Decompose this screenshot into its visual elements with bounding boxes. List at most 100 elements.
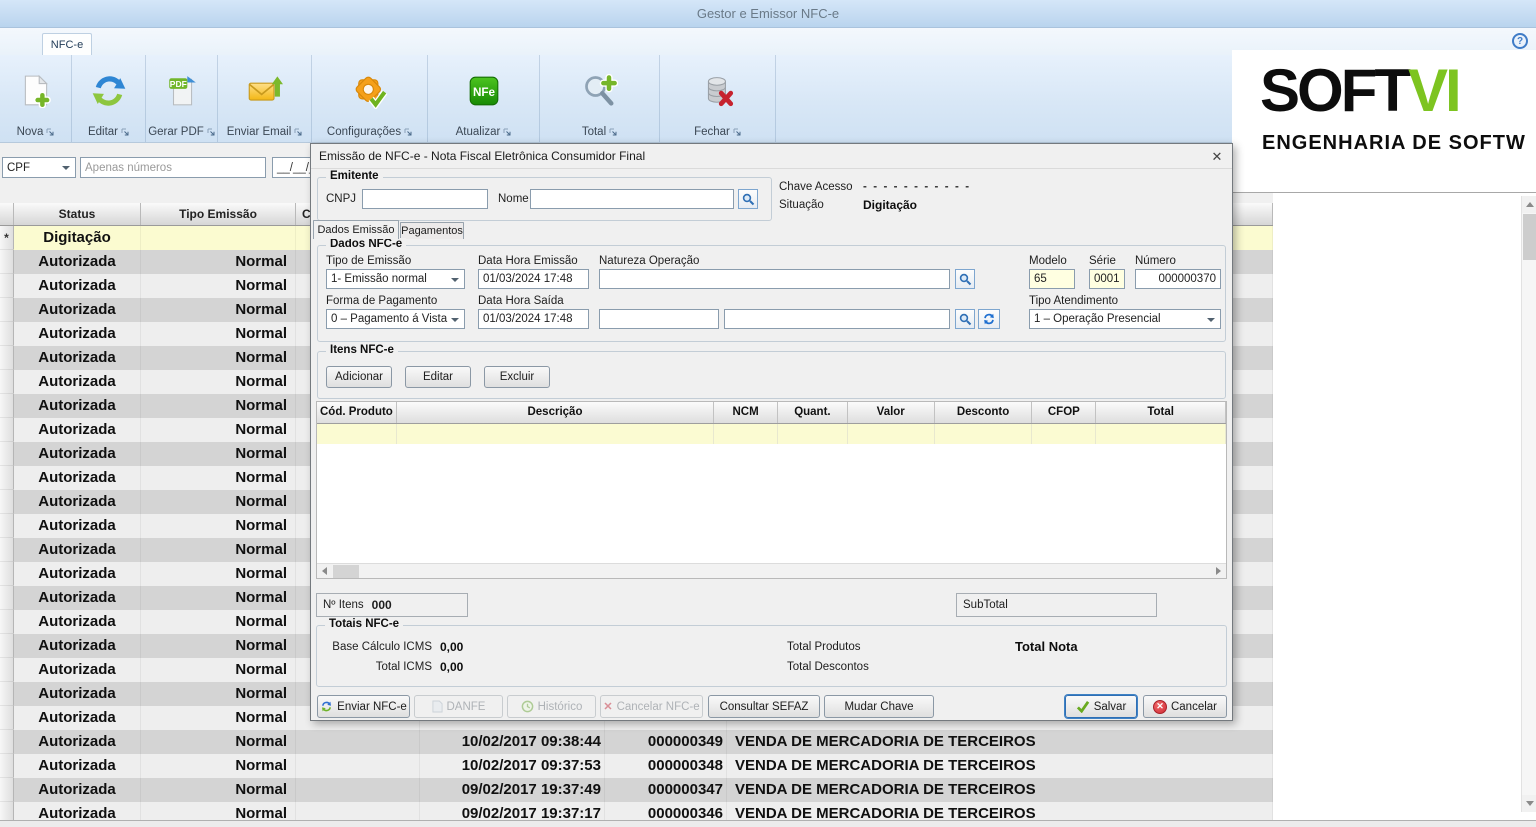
ribbon-button-enviar-email[interactable]: Enviar Email	[218, 55, 312, 142]
close-icon[interactable]: ✕	[1208, 148, 1226, 166]
tipo-atendimento-select[interactable]: 1 – Operação Presencial	[1029, 309, 1221, 329]
danfe-button[interactable]: DANFE	[414, 695, 503, 718]
ribbon-button-editar[interactable]: Editar	[72, 55, 146, 142]
search-emitente-button[interactable]	[738, 189, 758, 209]
ribbon-button-nova[interactable]: Nova	[0, 55, 72, 142]
table-cell: Normal	[141, 490, 296, 514]
search-natureza-button[interactable]	[955, 269, 975, 289]
grid-column-header[interactable]	[0, 203, 14, 225]
grid-column-header[interactable]: Status	[14, 203, 141, 225]
tab-nfce[interactable]: NFC-e	[42, 33, 92, 55]
dados-nfce-group: Dados NFC-e Tipo de Emissão 1- Emissão n…	[317, 245, 1226, 342]
itens-nfce-group: Itens NFC-e Adicionar Editar Excluir	[317, 351, 1226, 399]
scroll-left-arrow-icon[interactable]	[317, 564, 332, 578]
situacao-label: Situação	[779, 199, 824, 211]
svg-text:NFe: NFe	[472, 85, 495, 98]
table-cell: Autorizada	[14, 346, 141, 370]
serie-input[interactable]: 0001	[1089, 269, 1125, 289]
tab-pagamentos[interactable]: Pagamentos	[400, 222, 464, 239]
mudar-chave-button[interactable]: Mudar Chave	[824, 695, 934, 718]
items-column-header[interactable]: Descrição	[397, 402, 714, 423]
forma-pagamento-select[interactable]: 0 – Pagamento á Vista	[326, 309, 465, 329]
table-cell	[0, 394, 14, 418]
table-cell: Normal	[141, 682, 296, 706]
scroll-up-arrow-icon[interactable]	[1522, 196, 1536, 213]
items-column-header[interactable]: Valor	[848, 402, 935, 423]
table-cell: Normal	[141, 706, 296, 730]
doc-number-input[interactable]	[80, 157, 266, 178]
natureza-label: Natureza Operação	[599, 255, 699, 267]
table-cell: 000000347	[605, 778, 727, 802]
table-cell: Autorizada	[14, 658, 141, 682]
table-cell: Normal	[141, 370, 296, 394]
dialog-launcher-icon[interactable]	[294, 128, 302, 136]
extra-field-2[interactable]	[724, 309, 950, 329]
scroll-down-arrow-icon[interactable]	[1522, 795, 1536, 812]
numero-input[interactable]: 000000370	[1135, 269, 1221, 289]
cnpj-input[interactable]	[362, 189, 488, 209]
nome-input[interactable]	[530, 189, 734, 209]
table-cell: Autorizada	[14, 394, 141, 418]
excluir-item-button[interactable]: Excluir	[484, 366, 550, 388]
ribbon-button-total[interactable]: Total	[540, 55, 660, 142]
scroll-right-arrow-icon[interactable]	[1211, 564, 1226, 578]
table-row[interactable]: AutorizadaNormal10/02/2017 09:37:5300000…	[0, 754, 1273, 778]
items-column-header[interactable]: Desconto	[935, 402, 1033, 423]
historico-button[interactable]: Histórico	[507, 695, 596, 718]
ribbon-button-fechar[interactable]: Fechar	[660, 55, 776, 142]
cancelar-nfce-button[interactable]: ✕ Cancelar NFC-e	[600, 695, 703, 718]
dialog-launcher-icon[interactable]	[207, 128, 215, 136]
salvar-button[interactable]: Salvar	[1065, 695, 1137, 718]
search-extra-button[interactable]	[955, 309, 975, 329]
num-itens-value: 000	[372, 598, 392, 612]
chave-acesso-value: - - - - - - - - - - -	[863, 181, 969, 193]
consultar-sefaz-button[interactable]: Consultar SEFAZ	[708, 695, 820, 718]
items-empty-row[interactable]	[317, 424, 1226, 444]
tipo-emissao-select[interactable]: 1- Emissão normal	[326, 269, 465, 289]
dialog-launcher-icon[interactable]	[404, 128, 412, 136]
adicionar-item-button[interactable]: Adicionar	[326, 366, 392, 388]
doc-type-select[interactable]: CPF	[2, 157, 76, 178]
data-emissao-input[interactable]: 01/03/2024 17:48	[478, 269, 589, 289]
items-column-header[interactable]: NCM	[714, 402, 778, 423]
table-row[interactable]: AutorizadaNormal09/02/2017 19:37:4900000…	[0, 778, 1273, 802]
ribbon-button-gerar-pdf[interactable]: PDF Gerar PDF	[146, 55, 218, 142]
ribbon-button-configuracoes[interactable]: Configurações	[312, 55, 428, 142]
new-document-icon	[19, 55, 53, 126]
data-saida-input[interactable]: 01/03/2024 17:48	[478, 309, 589, 329]
table-cell	[296, 754, 420, 778]
total-icms-label: Total ICMS	[327, 661, 432, 673]
items-column-header[interactable]: CFOP	[1032, 402, 1096, 423]
table-cell: Normal	[141, 586, 296, 610]
tab-dados-emissao[interactable]: Dados Emissão	[313, 220, 399, 239]
pdf-document-icon: PDF	[165, 55, 199, 126]
dialog-launcher-icon[interactable]	[121, 128, 129, 136]
table-cell: Normal	[141, 274, 296, 298]
table-row[interactable]: AutorizadaNormal10/02/2017 09:38:4400000…	[0, 730, 1273, 754]
scrollbar-thumb[interactable]	[333, 565, 359, 578]
items-column-header[interactable]: Quant.	[778, 402, 848, 423]
editar-item-button[interactable]: Editar	[405, 366, 471, 388]
scrollbar-thumb[interactable]	[1523, 214, 1536, 260]
table-cell	[0, 322, 14, 346]
dialog-launcher-icon[interactable]	[609, 128, 617, 136]
items-column-header[interactable]: Cód. Produto	[317, 402, 397, 423]
natureza-input[interactable]	[599, 269, 950, 289]
extra-field-1[interactable]	[599, 309, 719, 329]
enviar-nfce-button[interactable]: Enviar NFC-e	[317, 695, 410, 718]
dialog-launcher-icon[interactable]	[733, 128, 741, 136]
dialog-launcher-icon[interactable]	[503, 128, 511, 136]
table-cell: Normal	[141, 778, 296, 802]
cancelar-button[interactable]: ✕ Cancelar	[1143, 695, 1227, 718]
modelo-input[interactable]: 65	[1029, 269, 1075, 289]
table-row[interactable]: AutorizadaNormal09/02/2017 19:37:1700000…	[0, 802, 1273, 820]
items-column-header[interactable]: Total	[1096, 402, 1226, 423]
ribbon-button-atualizar[interactable]: NFe Atualizar	[428, 55, 540, 142]
refresh-button[interactable]	[978, 309, 1000, 329]
help-icon[interactable]: ?	[1512, 33, 1528, 49]
vertical-scrollbar[interactable]	[1521, 196, 1536, 812]
dialog-launcher-icon[interactable]	[46, 128, 54, 136]
items-horizontal-scrollbar[interactable]	[317, 563, 1226, 578]
grid-column-header[interactable]: Tipo Emissão	[141, 203, 296, 225]
items-empty-cell	[714, 424, 778, 444]
